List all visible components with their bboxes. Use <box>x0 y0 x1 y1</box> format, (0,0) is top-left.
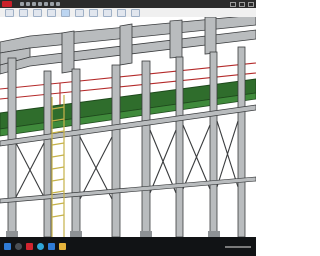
undo-icon[interactable] <box>44 2 48 6</box>
search-icon[interactable] <box>15 243 22 250</box>
zoom-fit-icon[interactable] <box>19 8 28 17</box>
display-style-icon[interactable] <box>75 8 84 17</box>
open-file-icon[interactable] <box>26 2 30 6</box>
maximize-icon[interactable] <box>239 1 245 7</box>
steel-structure-model[interactable] <box>0 17 256 237</box>
edge-icon[interactable] <box>37 243 44 250</box>
system-tray[interactable] <box>225 245 251 248</box>
cad-application-window <box>0 0 256 256</box>
window-controls <box>230 1 254 7</box>
options-icon[interactable] <box>56 2 60 6</box>
zoom-area-icon[interactable] <box>33 8 42 17</box>
quick-access-toolbar <box>20 2 60 6</box>
title-bar <box>0 0 256 8</box>
solidworks-logo-icon[interactable] <box>2 1 12 7</box>
appearance-icon[interactable] <box>103 8 112 17</box>
view-orientation-icon[interactable] <box>5 8 14 17</box>
windows-icon[interactable] <box>4 243 11 250</box>
new-file-icon[interactable] <box>20 2 24 6</box>
status-bar <box>0 230 253 237</box>
folder-icon[interactable] <box>59 243 66 250</box>
top-girders <box>0 17 256 75</box>
hide-show-icon[interactable] <box>89 8 98 17</box>
view-settings-icon[interactable] <box>131 8 140 17</box>
scene-icon[interactable] <box>117 8 126 17</box>
mail-icon[interactable] <box>48 243 55 250</box>
section-view-icon[interactable] <box>61 8 70 17</box>
close-icon[interactable] <box>248 1 254 7</box>
print-icon[interactable] <box>38 2 42 6</box>
minimize-icon[interactable] <box>230 1 236 7</box>
previous-view-icon[interactable] <box>47 8 56 17</box>
windows-taskbar <box>0 237 256 256</box>
save-icon[interactable] <box>32 2 36 6</box>
columns <box>7 46 246 237</box>
graphics-area[interactable] <box>0 17 256 237</box>
solidworks-icon[interactable] <box>26 243 33 250</box>
rebuild-icon[interactable] <box>50 2 54 6</box>
